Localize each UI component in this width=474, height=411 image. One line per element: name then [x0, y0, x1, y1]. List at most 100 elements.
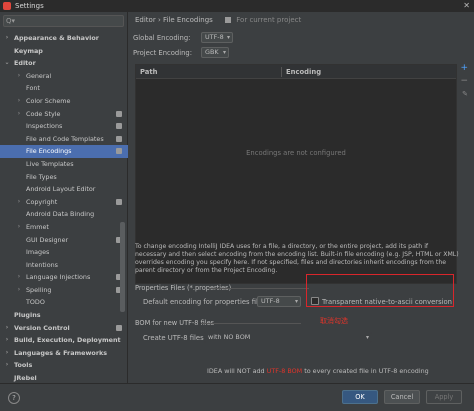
chevron-right-icon[interactable]: ›: [4, 322, 10, 335]
sidebar-item-label: File and Code Templates: [26, 134, 104, 143]
title-bar: Settings ✕: [0, 0, 474, 12]
help-icon[interactable]: ?: [8, 392, 20, 404]
sidebar-item-label: Spelling: [26, 285, 52, 294]
sidebar-item-todo[interactable]: TODO: [0, 296, 128, 309]
sidebar-item-font[interactable]: Font: [0, 82, 128, 95]
chevron-right-icon[interactable]: ›: [16, 95, 22, 108]
create-utf8-label: Create UTF-8 files:: [143, 334, 206, 342]
properties-default-label: Default encoding for properties files:: [143, 298, 268, 306]
sidebar-item-intentions[interactable]: Intentions: [0, 259, 128, 272]
sidebar-item-label: Keymap: [14, 46, 43, 55]
bom-warning: IDEA will NOT add UTF-8 BOM to every cre…: [207, 367, 429, 375]
sidebar-item-copyright[interactable]: › Copyright: [0, 196, 128, 209]
sidebar-item-label: Color Scheme: [26, 96, 71, 105]
sidebar-item-label: Tools: [14, 361, 33, 370]
sidebar-item-label: Intentions: [26, 260, 58, 269]
search-icon: Q▾: [6, 17, 16, 25]
project-scope-icon: [116, 148, 122, 155]
file-encodings-panel: Editor › File Encodings For current proj…: [129, 12, 474, 383]
chevron-down-icon: ▾: [226, 34, 230, 41]
bom-warning-suffix: to every created file in UTF-8 encoding: [304, 367, 429, 375]
sidebar-item-android-layout-editor[interactable]: Android Layout Editor: [0, 183, 128, 196]
chevron-right-icon[interactable]: ›: [4, 347, 10, 360]
column-header-path[interactable]: Path: [140, 68, 157, 76]
chevron-right-icon[interactable]: ›: [16, 221, 22, 234]
sidebar-item-inspections[interactable]: Inspections: [0, 120, 128, 133]
chevron-right-icon[interactable]: ›: [4, 334, 10, 347]
intellij-app-icon: [3, 2, 11, 10]
chevron-down-icon[interactable]: ⌄: [4, 57, 10, 70]
sidebar-item-languages-frameworks[interactable]: › Languages & Frameworks: [0, 347, 128, 360]
breadcrumb-path: Editor › File Encodings: [135, 16, 213, 24]
sidebar-item-label: Build, Execution, Deployment: [14, 336, 121, 345]
window-title: Settings: [15, 2, 44, 10]
settings-sidebar: Q▾ › Appearance & Behavior Keymap ⌄ Editor › G…: [0, 12, 128, 383]
sidebar-item-live-templates[interactable]: Live Templates: [0, 158, 128, 171]
highlight-box: [306, 274, 454, 307]
settings-search-input[interactable]: Q▾: [3, 15, 124, 27]
sidebar-item-label: Inspections: [26, 122, 63, 131]
sidebar-item-emmet[interactable]: › Emmet: [0, 221, 128, 234]
create-utf8-value: with NO BOM: [208, 333, 251, 341]
sidebar-item-label: Version Control: [14, 323, 70, 332]
chevron-right-icon[interactable]: ›: [4, 359, 10, 372]
sidebar-item-file-and-code-templates[interactable]: File and Code Templates: [0, 133, 128, 146]
properties-encoding-value: UTF-8: [261, 297, 280, 305]
sidebar-item-file-types[interactable]: File Types: [0, 171, 128, 184]
sidebar-item-keymap[interactable]: Keymap: [0, 45, 128, 58]
project-scope-icon: [116, 324, 122, 331]
sidebar-item-label: Images: [26, 248, 50, 257]
close-window-icon[interactable]: ✕: [463, 1, 470, 10]
sidebar-item-label: Languages & Frameworks: [14, 348, 108, 357]
add-path-icon[interactable]: +: [460, 63, 468, 73]
chevron-right-icon[interactable]: ›: [4, 32, 10, 45]
sidebar-item-label: Emmet: [26, 222, 49, 231]
sidebar-item-label: Appearance & Behavior: [14, 34, 99, 42]
properties-encoding-select[interactable]: UTF-8 ▾: [257, 296, 301, 307]
ok-button[interactable]: OK: [342, 390, 378, 404]
sidebar-item-editor[interactable]: ⌄ Editor: [0, 57, 128, 70]
chevron-right-icon[interactable]: ›: [16, 271, 22, 284]
sidebar-item-tools[interactable]: › Tools: [0, 359, 128, 372]
encoding-description: To change encoding IntelliJ IDEA uses fo…: [135, 243, 459, 275]
table-header: Path Encoding: [136, 65, 456, 79]
edit-path-icon[interactable]: ✎: [462, 90, 468, 98]
divider: [209, 288, 309, 289]
chevron-right-icon[interactable]: ›: [16, 70, 22, 83]
project-encoding-value: GBK: [205, 48, 219, 56]
sidebar-scrollbar[interactable]: [120, 222, 125, 312]
project-scope-icon: [116, 110, 122, 117]
sidebar-item-label: Android Layout Editor: [26, 185, 96, 194]
sidebar-item-language-injections[interactable]: › Language Injections: [0, 271, 128, 284]
sidebar-item-gui-designer[interactable]: GUI Designer: [0, 234, 128, 247]
chevron-right-icon[interactable]: ›: [16, 108, 22, 121]
column-header-encoding[interactable]: Encoding: [286, 68, 321, 76]
sidebar-item-plugins[interactable]: Plugins: [0, 309, 128, 322]
sidebar-item-code-style[interactable]: › Code Style: [0, 108, 128, 121]
breadcrumb: Editor › File Encodings For current proj…: [135, 16, 301, 24]
project-encoding-select[interactable]: GBK ▾: [201, 47, 229, 58]
apply-button[interactable]: Apply: [426, 390, 462, 404]
project-scope-icon: [225, 17, 232, 23]
sidebar-item-label: Editor: [14, 59, 36, 68]
sidebar-item-build-execution-deployment[interactable]: › Build, Execution, Deployment: [0, 334, 128, 347]
sidebar-item-version-control[interactable]: › Version Control: [0, 322, 128, 335]
global-encoding-select[interactable]: UTF-8 ▾: [201, 32, 233, 43]
sidebar-item-appearance-behavior[interactable]: › Appearance & Behavior: [0, 32, 128, 45]
chevron-right-icon[interactable]: ›: [16, 284, 22, 297]
sidebar-item-label: Plugins: [14, 311, 41, 320]
remove-path-icon[interactable]: −: [460, 76, 468, 86]
create-utf8-select[interactable]: with NO BOM ▾: [204, 332, 372, 343]
sidebar-item-general[interactable]: › General: [0, 70, 128, 83]
cancel-button[interactable]: Cancel: [384, 390, 420, 404]
chevron-right-icon[interactable]: ›: [16, 196, 22, 209]
sidebar-item-file-encodings[interactable]: File Encodings: [0, 145, 128, 158]
bom-warning-link[interactable]: UTF-8 BOM: [267, 367, 302, 375]
sidebar-item-color-scheme[interactable]: › Color Scheme: [0, 95, 128, 108]
sidebar-item-spelling[interactable]: › Spelling: [0, 284, 128, 297]
sidebar-item-android-data-binding[interactable]: Android Data Binding: [0, 208, 128, 221]
project-scope-icon: [116, 198, 122, 205]
sidebar-item-label: Language Injections: [26, 273, 91, 282]
sidebar-item-images[interactable]: Images: [0, 246, 128, 259]
empty-table-text: Encodings are not configured: [246, 149, 346, 157]
